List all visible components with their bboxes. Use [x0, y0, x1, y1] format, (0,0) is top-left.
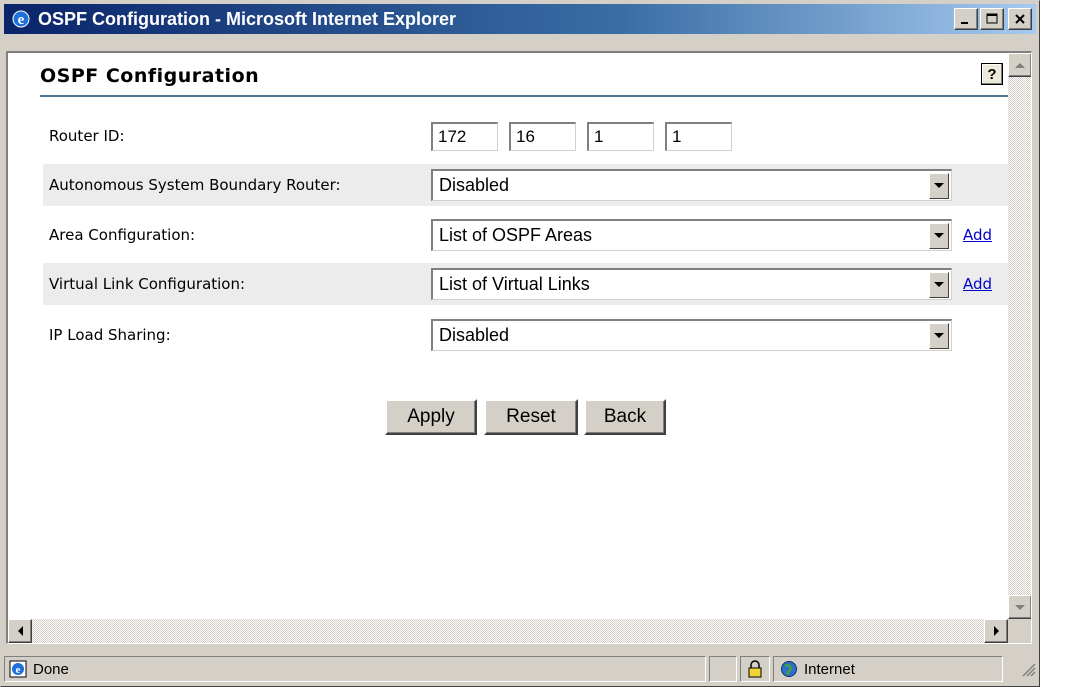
arrow-right-icon — [993, 626, 999, 636]
asbr-selected-value: Disabled — [439, 175, 510, 195]
resize-grip-icon[interactable] — [1020, 661, 1036, 677]
scrollbar-corner — [1008, 619, 1031, 643]
horizontal-scrollbar[interactable] — [8, 619, 1008, 643]
close-button[interactable] — [1008, 8, 1032, 30]
page-title: OSPF Configuration — [40, 65, 260, 87]
scroll-right-button[interactable] — [984, 619, 1008, 643]
load-sharing-dropdown-button[interactable] — [929, 322, 949, 349]
router-id-row: Router ID: 172 16 1 1 — [43, 115, 1017, 157]
title-divider — [40, 95, 1010, 97]
globe-icon — [780, 660, 798, 678]
chevron-down-icon — [934, 233, 944, 238]
status-text: Done — [33, 660, 69, 678]
area-config-label: Area Configuration: — [49, 226, 196, 244]
browser-window: e OSPF Configuration - Microsoft Interne… — [0, 0, 1040, 687]
vertical-scrollbar[interactable] — [1008, 53, 1031, 619]
chevron-down-icon — [934, 282, 944, 287]
page-content: OSPF Configuration ? Router ID: 172 16 1… — [8, 53, 1017, 619]
arrow-up-icon — [1015, 62, 1025, 68]
router-id-octet-3[interactable]: 1 — [587, 122, 654, 151]
zone-pane: Internet — [773, 656, 1003, 682]
load-sharing-row: IP Load Sharing: Disabled — [43, 314, 1017, 356]
svg-text:e: e — [16, 664, 21, 676]
asbr-label: Autonomous System Boundary Router: — [49, 176, 341, 194]
scroll-up-button[interactable] — [1008, 53, 1031, 77]
router-id-octet-2[interactable]: 16 — [509, 122, 576, 151]
virtual-link-label: Virtual Link Configuration: — [49, 275, 246, 293]
virtual-link-row: Virtual Link Configuration: List of Virt… — [43, 263, 1017, 305]
load-sharing-selected-value: Disabled — [439, 325, 510, 345]
router-id-octet-4[interactable]: 1 — [665, 122, 732, 151]
virtual-link-dropdown-button[interactable] — [929, 271, 949, 298]
add-virtual-link-link[interactable]: Add — [963, 275, 992, 293]
browser-viewport: OSPF Configuration ? Router ID: 172 16 1… — [6, 51, 1032, 644]
reset-button[interactable]: Reset — [484, 399, 578, 435]
area-config-dropdown-button[interactable] — [929, 222, 949, 249]
status-bar: e Done Internet — [4, 654, 1038, 684]
window-controls — [954, 8, 1032, 30]
router-id-octet-1[interactable]: 172 — [431, 122, 498, 151]
scroll-down-button[interactable] — [1008, 595, 1031, 619]
lock-icon — [747, 660, 763, 678]
security-pane — [740, 656, 770, 682]
add-area-link[interactable]: Add — [963, 226, 992, 244]
minimize-icon — [961, 22, 968, 24]
status-pane: e Done — [4, 656, 706, 682]
virtual-link-select[interactable]: List of Virtual Links — [431, 268, 952, 300]
load-sharing-select[interactable]: Disabled — [431, 319, 952, 351]
back-button[interactable]: Back — [584, 399, 666, 435]
load-sharing-label: IP Load Sharing: — [49, 326, 171, 344]
chevron-down-icon — [934, 183, 944, 188]
asbr-row: Autonomous System Boundary Router: Disab… — [43, 164, 1017, 206]
svg-text:e: e — [18, 12, 25, 28]
asbr-dropdown-button[interactable] — [929, 172, 949, 199]
area-config-selected-value: List of OSPF Areas — [439, 225, 593, 245]
page-done-icon: e — [9, 660, 27, 678]
arrow-down-icon — [1015, 604, 1025, 610]
asbr-select[interactable]: Disabled — [431, 169, 952, 201]
status-pane-empty — [709, 656, 737, 682]
router-id-label: Router ID: — [49, 127, 125, 145]
scroll-left-button[interactable] — [8, 619, 32, 643]
area-config-row: Area Configuration: List of OSPF Areas A… — [43, 214, 1017, 256]
arrow-left-icon — [17, 626, 23, 636]
virtual-link-selected-value: List of Virtual Links — [439, 274, 590, 294]
maximize-icon — [986, 13, 998, 24]
maximize-button[interactable] — [980, 8, 1004, 30]
zone-text: Internet — [804, 660, 855, 678]
apply-button[interactable]: Apply — [385, 399, 477, 435]
help-icon[interactable]: ? — [981, 63, 1003, 85]
close-icon — [1015, 14, 1025, 24]
area-config-select[interactable]: List of OSPF Areas — [431, 219, 952, 251]
internet-explorer-icon: e — [10, 8, 32, 30]
title-bar[interactable]: e OSPF Configuration - Microsoft Interne… — [4, 4, 1036, 34]
minimize-button[interactable] — [954, 8, 978, 30]
chevron-down-icon — [934, 333, 944, 338]
window-title: OSPF Configuration - Microsoft Internet … — [38, 8, 457, 29]
